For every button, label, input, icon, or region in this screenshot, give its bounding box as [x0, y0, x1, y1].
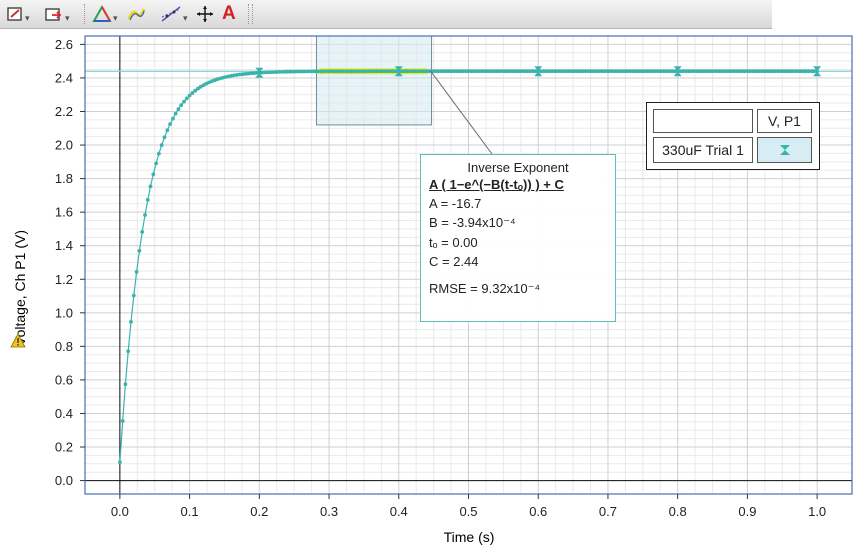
y-tick-label: 1.4 — [55, 238, 73, 253]
graph-toolbar: ▾ ▾ ▾ ▾ A — [0, 0, 772, 29]
y-tick-label: 0.6 — [55, 372, 73, 387]
fit-param-a: A = -16.7 — [429, 196, 482, 211]
examine-button[interactable] — [196, 3, 214, 25]
fit-title: Inverse Exponent — [467, 160, 569, 175]
toolbar-separator — [84, 4, 86, 24]
y-axis-label-group[interactable]: Voltage, Ch P1 (V) — [12, 230, 28, 346]
x-tick-label: 0.8 — [669, 504, 687, 519]
x-tick-label: 0.1 — [181, 504, 199, 519]
x-axis-label[interactable]: Time (s) — [444, 529, 495, 545]
fit-param-c: C = 2.44 — [429, 254, 479, 269]
fit-button[interactable]: ▾ — [160, 3, 188, 25]
graph-options-icon — [7, 7, 22, 21]
legend-header-blank — [653, 109, 753, 133]
y-tick-labels: 0.0 0.2 0.4 0.6 0.8 1.0 1.2 1.4 1.6 1.8 2.0 2.2 2.4 2… — [55, 37, 85, 488]
data-point[interactable] — [137, 248, 142, 253]
y-tick-label: 2.2 — [55, 104, 73, 119]
toolbar-separator — [248, 4, 250, 24]
highlight-button[interactable] — [126, 3, 146, 25]
x-tick-label: 0.0 — [111, 504, 129, 519]
data-point[interactable] — [182, 99, 186, 104]
y-tick-label: 1.8 — [55, 171, 73, 186]
fit-param-b: B = -3.94x10⁻⁴ — [429, 215, 516, 230]
fit-rmse: RMSE = 9.32x10⁻⁴ — [429, 281, 541, 296]
data-point[interactable] — [123, 382, 128, 387]
legend-row-label: 330uF Trial 1 — [653, 137, 753, 163]
data-point[interactable] — [165, 128, 170, 133]
data-point[interactable] — [143, 213, 147, 217]
data-point[interactable] — [162, 135, 167, 140]
caret-icon: ▾ — [183, 12, 188, 23]
x-tick-label: 0.3 — [320, 504, 338, 519]
data-point[interactable] — [140, 230, 145, 234]
toolbar-separator — [252, 4, 254, 24]
data-point[interactable] — [120, 419, 125, 423]
y-tick-label: 2.4 — [55, 70, 73, 85]
analyze-button[interactable]: ▾ — [92, 3, 118, 25]
x-tick-label: 0.5 — [459, 504, 477, 519]
data-point[interactable] — [154, 161, 159, 166]
legend[interactable]: V, P1 330uF Trial 1 — [646, 102, 820, 170]
data-point[interactable] — [168, 122, 173, 126]
caret-icon: ▾ — [113, 12, 118, 23]
data-point[interactable] — [129, 320, 133, 324]
fit-param-t0: tₒ = 0.00 — [429, 235, 478, 250]
analyze-icon — [92, 5, 112, 22]
data-point[interactable] — [131, 293, 136, 298]
x-tick-label: 0.9 — [738, 504, 756, 519]
selection-region[interactable] — [315, 35, 433, 126]
y-tick-label: 1.2 — [55, 272, 73, 287]
axis-options-button[interactable]: ▾ — [44, 3, 70, 25]
data-point[interactable] — [184, 96, 189, 101]
y-axis-label[interactable]: Voltage, Ch P1 (V) — [12, 230, 28, 346]
data-point[interactable] — [179, 103, 184, 108]
y-tick-label: 0.2 — [55, 440, 73, 455]
annotation-button[interactable]: A — [222, 3, 236, 25]
data-point[interactable] — [118, 460, 122, 464]
data-point[interactable] — [134, 270, 139, 274]
caret-icon: ▾ — [65, 12, 70, 23]
y-tick-label: 0.0 — [55, 473, 73, 488]
selection-rectangle[interactable] — [315, 35, 433, 126]
data-point[interactable] — [157, 151, 161, 156]
fit-icon — [161, 6, 181, 22]
data-point[interactable] — [148, 184, 153, 189]
x-tick-label: 0.6 — [529, 504, 547, 519]
data-point[interactable] — [145, 198, 150, 202]
legend-series-marker-cell[interactable] — [757, 137, 812, 163]
highlight-icon — [127, 8, 146, 21]
x-tick-labels: 0.0 0.1 0.2 0.3 0.4 0.5 0.6 0.7 0.8 0.9 1.0 — [111, 494, 826, 519]
series-marker-icon — [779, 145, 790, 155]
axis-options-icon — [45, 8, 62, 21]
y-tick-label: 0.8 — [55, 339, 73, 354]
data-point[interactable] — [126, 349, 131, 354]
examine-icon — [197, 6, 213, 22]
data-point[interactable] — [151, 172, 156, 177]
x-tick-label: 0.2 — [250, 504, 268, 519]
curve-fit-box[interactable]: Inverse Exponent A ( 1−e^(−B(t-tₒ)) ) + … — [420, 154, 616, 322]
x-tick-label: 0.7 — [599, 504, 617, 519]
annotation-icon: A — [222, 3, 236, 24]
x-tick-label: 0.4 — [390, 504, 408, 519]
data-point[interactable] — [159, 143, 164, 147]
legend-column-header: V, P1 — [757, 109, 812, 133]
y-tick-label: 1.6 — [55, 205, 73, 220]
caret-icon: ▾ — [25, 12, 30, 23]
graph-options-button[interactable]: ▾ — [6, 3, 30, 25]
y-tick-label: 0.4 — [55, 406, 73, 421]
y-tick-label: 2.6 — [55, 37, 73, 52]
data-point[interactable] — [173, 111, 178, 116]
fit-formula: A ( 1−e^(−B(t-tₒ)) ) + C — [429, 177, 564, 192]
data-point[interactable] — [171, 116, 175, 121]
data-point[interactable] — [176, 107, 181, 111]
y-tick-label: 2.0 — [55, 138, 73, 153]
x-tick-label: 1.0 — [808, 504, 826, 519]
y-tick-label: 1.0 — [55, 305, 73, 320]
